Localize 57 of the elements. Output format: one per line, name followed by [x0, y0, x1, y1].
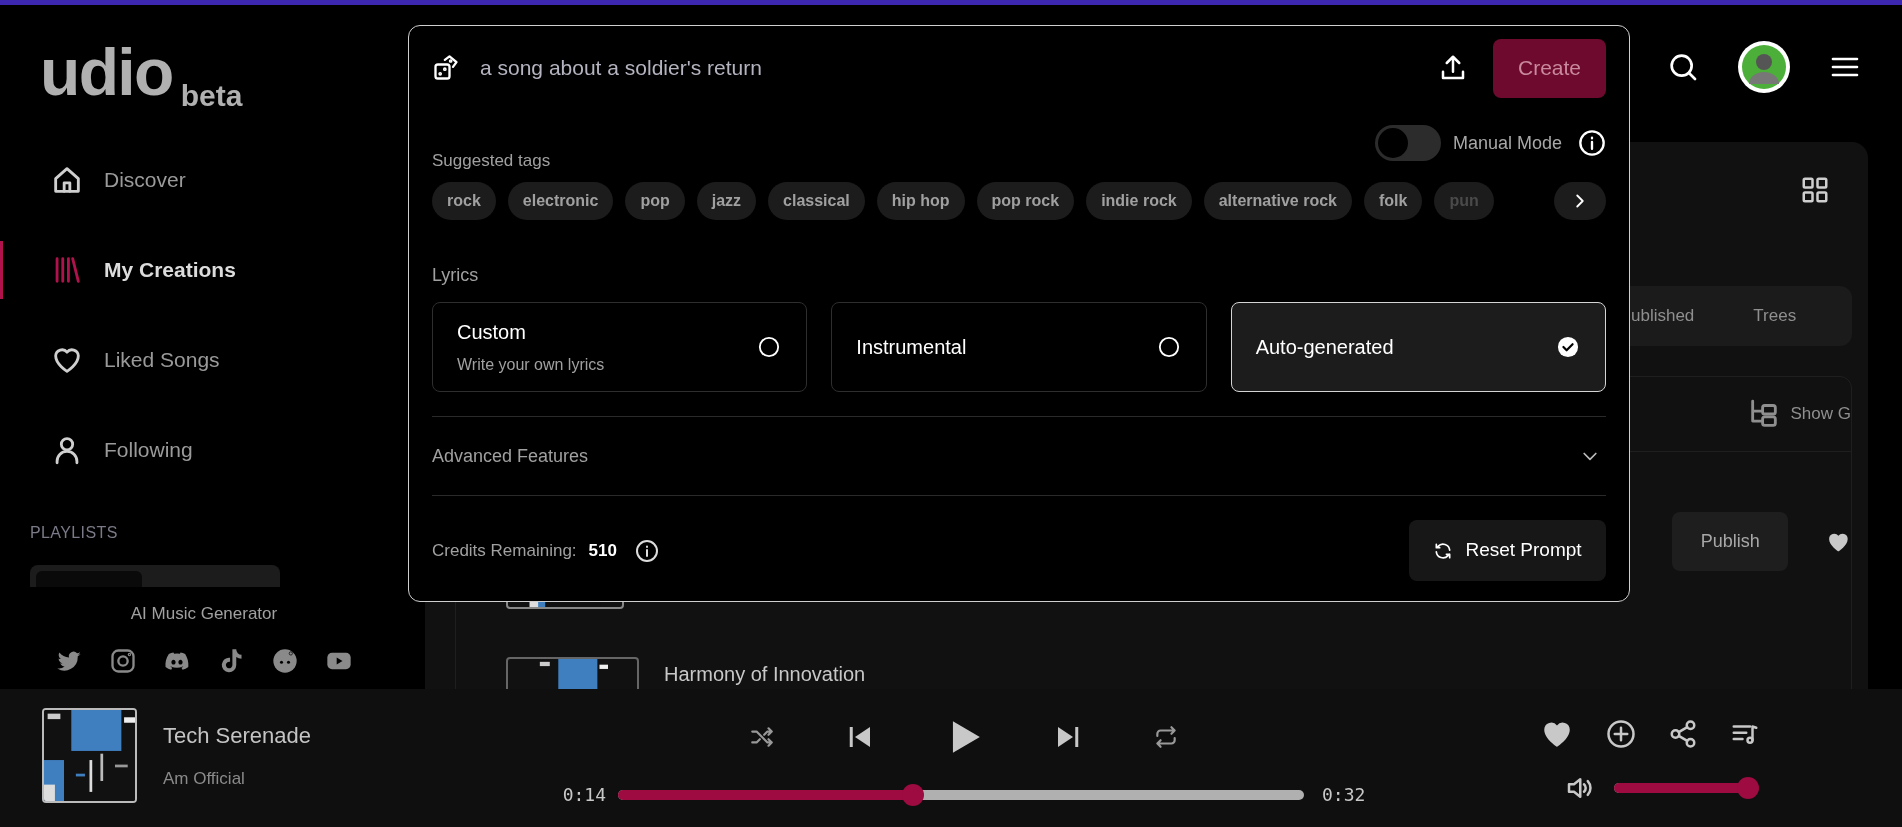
add-icon[interactable] — [1606, 719, 1636, 749]
tag[interactable]: indie rock — [1086, 182, 1192, 220]
prompt-field[interactable]: a song about a soldier's return — [480, 52, 1438, 84]
option-card[interactable]: Auto-generated — [1230, 302, 1606, 392]
search-icon[interactable] — [1667, 51, 1699, 83]
radio-icon — [758, 336, 781, 358]
toggle-label: Manual Mode — [1452, 131, 1562, 155]
option-title: Auto-generated — [1255, 335, 1394, 360]
option-subtitle: Write your own lyrics — [457, 355, 605, 375]
tag[interactable]: pop rock — [976, 182, 1075, 220]
tab[interactable]: Trees — [1741, 292, 1809, 340]
nav-item[interactable]: Liked Songs — [0, 315, 408, 405]
tag[interactable]: jazz — [696, 182, 757, 220]
grid-icon[interactable] — [1800, 175, 1830, 205]
tab[interactable]: ublished — [1628, 292, 1698, 340]
tag[interactable]: classical — [768, 182, 865, 220]
nav-item[interactable]: Discover — [0, 135, 408, 225]
tag[interactable]: alternative rock — [1203, 182, 1352, 220]
song-title[interactable]: Harmony of Innovation — [664, 659, 866, 689]
option-card[interactable]: Instrumental — [831, 302, 1207, 392]
dice-icon[interactable] — [432, 54, 460, 82]
accordion-header[interactable]: Advanced Features — [432, 417, 1606, 495]
tag[interactable]: rock — [432, 182, 496, 220]
total-time: 0:32 — [1322, 783, 1366, 807]
nav-item[interactable]: Following — [0, 405, 408, 495]
reset-button[interactable]: Reset Prompt — [1409, 520, 1606, 581]
check-icon — [1557, 336, 1579, 358]
option-card[interactable]: Custom Write your own lyrics — [432, 302, 808, 392]
refresh-icon — [1433, 540, 1454, 561]
tag[interactable]: folk — [1364, 182, 1423, 220]
option-title: Instrumental — [856, 335, 967, 360]
toggle-switch[interactable] — [1374, 125, 1441, 161]
tag[interactable]: pop — [625, 182, 685, 220]
tagline: AI Music Generator — [129, 603, 279, 625]
tag[interactable]: hip hop — [876, 182, 965, 220]
create-button[interactable]: Create — [1493, 38, 1606, 98]
section-heading: PLAYLISTS — [30, 523, 119, 543]
camera-icon[interactable] — [109, 646, 137, 675]
option-title: Custom — [457, 320, 527, 345]
alien-face-icon[interactable] — [271, 646, 299, 675]
track-title[interactable]: Tech Serenade — [163, 719, 311, 753]
section-label: Lyrics — [432, 264, 480, 286]
repeat-icon[interactable] — [1153, 724, 1179, 750]
shuffle-icon[interactable] — [749, 724, 775, 750]
section-label: Suggested tags — [432, 150, 551, 172]
share-icon[interactable] — [1668, 719, 1698, 749]
show-button[interactable]: Show G — [1746, 397, 1851, 431]
publish-button[interactable]: Publish — [1672, 512, 1789, 571]
credits-value: 510 — [588, 539, 617, 562]
nav-item[interactable]: My Creations — [0, 225, 408, 315]
radio-icon — [1157, 336, 1180, 358]
info-icon[interactable] — [634, 538, 659, 563]
credits-label: Credits Remaining: — [432, 539, 577, 562]
elapsed-time: 0:14 — [562, 783, 606, 807]
track-artist[interactable]: Am Official — [163, 766, 311, 792]
tag[interactable]: electronic — [507, 182, 614, 220]
avatar[interactable] — [1737, 40, 1791, 94]
